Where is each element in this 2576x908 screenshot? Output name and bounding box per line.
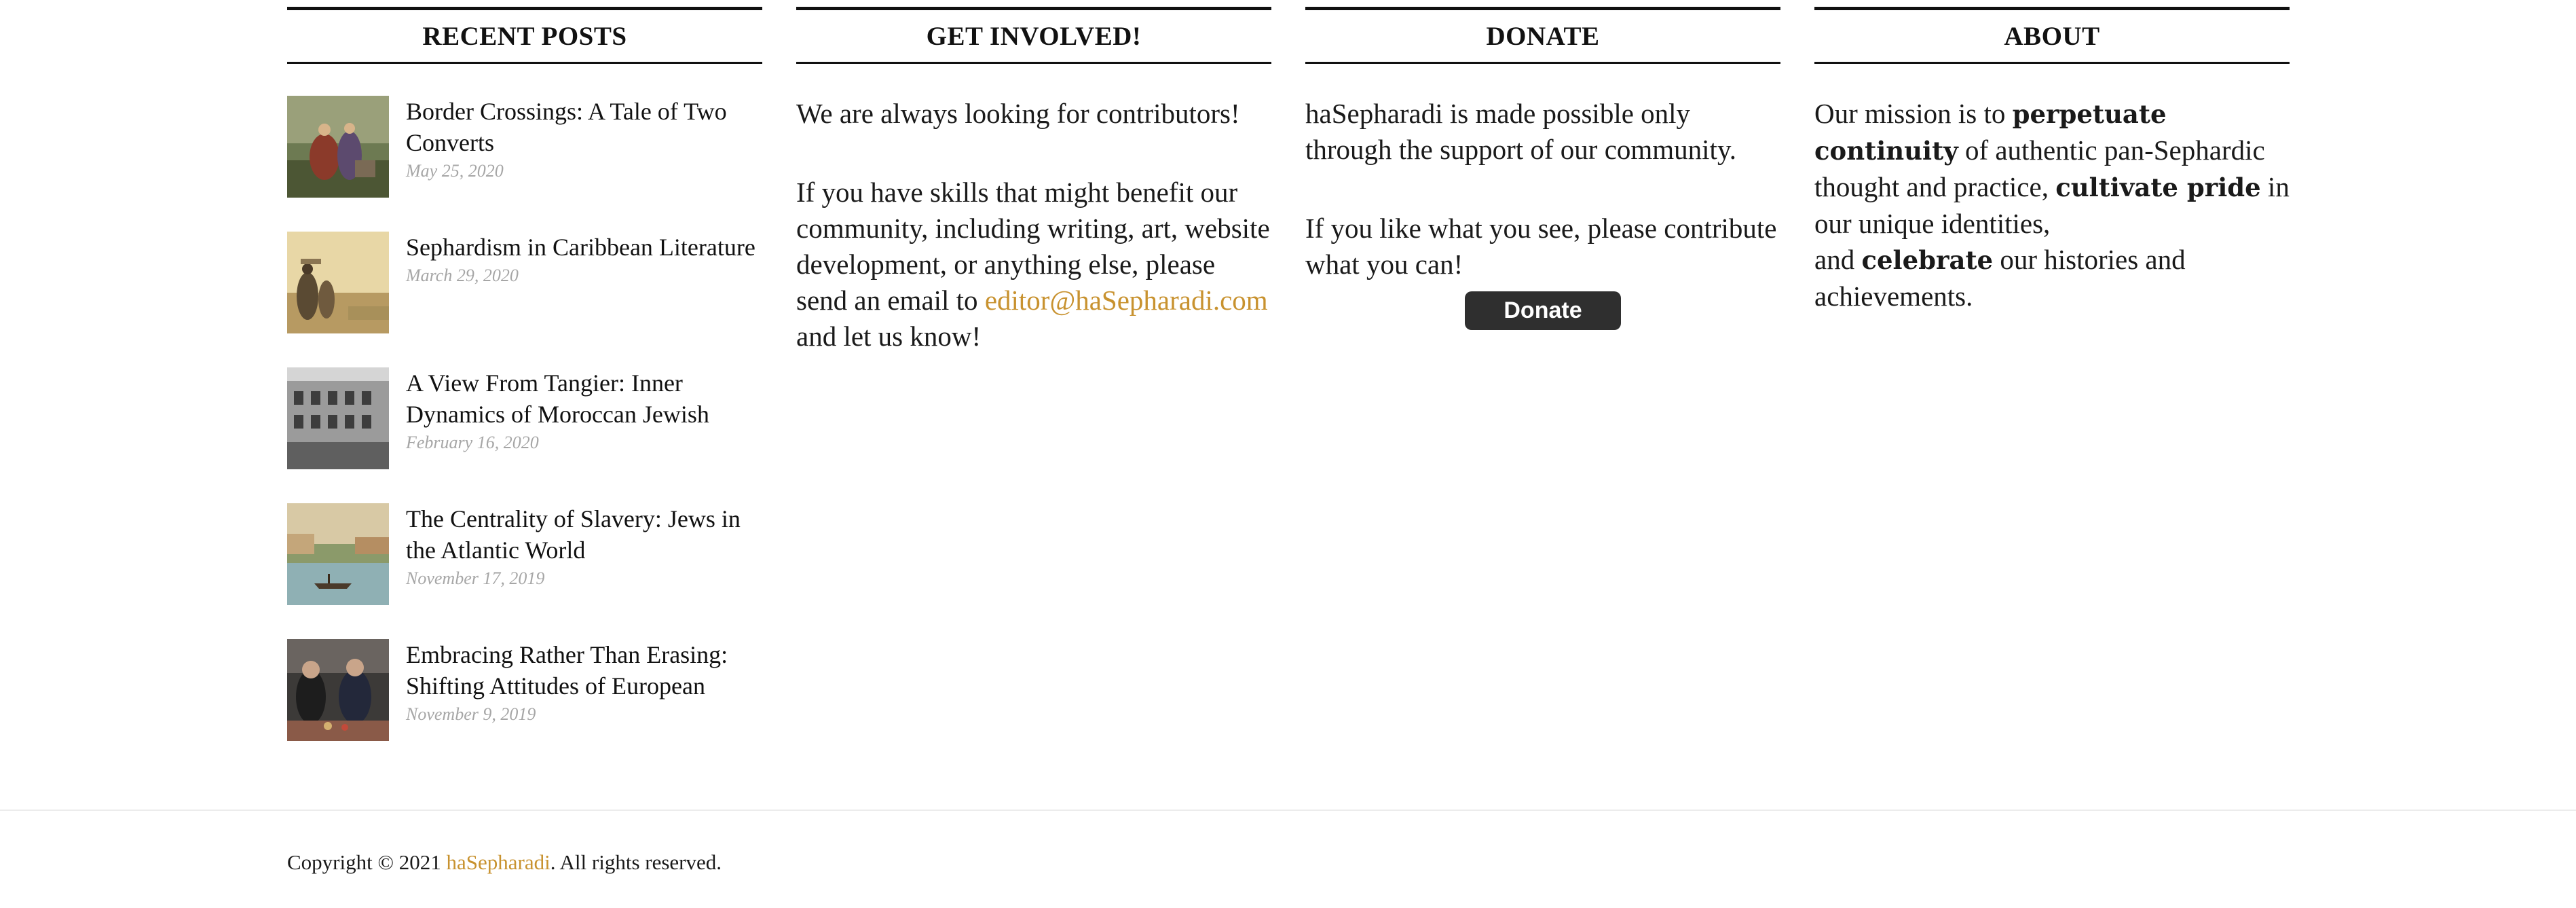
get-involved-details-end: and let us know! [796, 321, 982, 352]
post-thumbnail-link[interactable] [287, 639, 389, 741]
post-meta: Sephardism in Caribbean Literature March… [406, 232, 762, 286]
post-date: November 9, 2019 [406, 704, 536, 724]
post-title-link[interactable]: Sephardism in Caribbean Literature [406, 232, 762, 263]
donate-appeal: If you like what you see, please contrib… [1305, 213, 1777, 280]
footer-divider [0, 810, 2576, 811]
get-involved-text: We are always looking for contributors! … [796, 96, 1271, 355]
post-title-link[interactable]: Embracing Rather Than Erasing: Shifting … [406, 639, 762, 702]
post-date: March 29, 2020 [406, 266, 519, 285]
about-bold-phrase: cultivate pride [2055, 172, 2261, 202]
donate-intro: haSepharadi is made possible only throug… [1305, 98, 1737, 165]
post-thumbnail-link[interactable] [287, 232, 389, 333]
copyright-prefix: Copyright © 2021 [287, 850, 447, 874]
about-mission: Our mission is to perpetuate continuity … [1814, 96, 2290, 314]
about-heading: ABOUT [1814, 7, 2290, 64]
donate-heading: DONATE [1305, 7, 1780, 64]
painting-caribbean-figures-thumbnail [287, 232, 389, 333]
list-item: Embracing Rather Than Erasing: Shifting … [287, 639, 762, 775]
get-involved-widget: GET INVOLVED! We are always looking for … [796, 0, 1271, 775]
about-text-part: Our mission is to [1814, 98, 2013, 129]
post-meta: The Centrality of Slavery: Jews in the A… [406, 503, 762, 589]
post-thumbnail-link[interactable] [287, 367, 389, 469]
recent-posts-heading: RECENT POSTS [287, 7, 762, 64]
recent-posts-widget: RECENT POSTS Border Crossings: A Tale of… [287, 0, 762, 775]
footer-widgets: RECENT POSTS Border Crossings: A Tale of… [287, 0, 2291, 775]
post-title-link[interactable]: A View From Tangier: Inner Dynamics of M… [406, 367, 762, 430]
get-involved-heading: GET INVOLVED! [796, 7, 1271, 64]
about-widget: ABOUT Our mission is to perpetuate conti… [1814, 0, 2290, 775]
list-item: The Centrality of Slavery: Jews in the A… [287, 503, 762, 639]
post-meta: Embracing Rather Than Erasing: Shifting … [406, 639, 762, 725]
photo-tangier-building-thumbnail [287, 367, 389, 469]
list-item: Sephardism in Caribbean Literature March… [287, 232, 762, 367]
get-involved-details: If you have skills that might benefit ou… [796, 175, 1271, 355]
about-text: Our mission is to perpetuate continuity … [1814, 96, 2290, 314]
about-text-part: and [1814, 244, 1862, 275]
email-link[interactable]: editor@haSepharadi.com [985, 285, 1268, 316]
donate-widget: DONATE haSepharadi is made possible only… [1305, 0, 1780, 775]
list-item: Border Crossings: A Tale of Two Converts… [287, 96, 762, 232]
copyright-suffix: . All rights reserved. [550, 850, 722, 874]
post-meta: A View From Tangier: Inner Dynamics of M… [406, 367, 762, 453]
painting-travelers-thumbnail [287, 96, 389, 198]
photo-gathering-thumbnail [287, 639, 389, 741]
recent-posts-list: Border Crossings: A Tale of Two Converts… [287, 96, 762, 775]
post-thumbnail-link[interactable] [287, 503, 389, 605]
post-title-link[interactable]: Border Crossings: A Tale of Two Converts [406, 96, 762, 158]
painting-harbor-thumbnail [287, 503, 389, 605]
post-date: November 17, 2019 [406, 568, 545, 588]
donate-button[interactable]: Donate [1465, 291, 1621, 330]
about-bold-phrase: celebrate [1861, 245, 1994, 275]
post-title-link[interactable]: The Centrality of Slavery: Jews in the A… [406, 503, 762, 566]
post-date: May 25, 2020 [406, 161, 504, 181]
copyright-notice: Copyright © 2021 haSepharadi. All rights… [287, 849, 722, 876]
post-date: February 16, 2020 [406, 433, 539, 452]
site-home-link[interactable]: haSepharadi [447, 850, 550, 874]
post-meta: Border Crossings: A Tale of Two Converts… [406, 96, 762, 181]
donate-button-wrap: Donate [1305, 291, 1780, 330]
get-involved-intro: We are always looking for contributors! [796, 98, 1240, 129]
donate-text: haSepharadi is made possible only throug… [1305, 96, 1780, 283]
post-thumbnail-link[interactable] [287, 96, 389, 198]
list-item: A View From Tangier: Inner Dynamics of M… [287, 367, 762, 503]
